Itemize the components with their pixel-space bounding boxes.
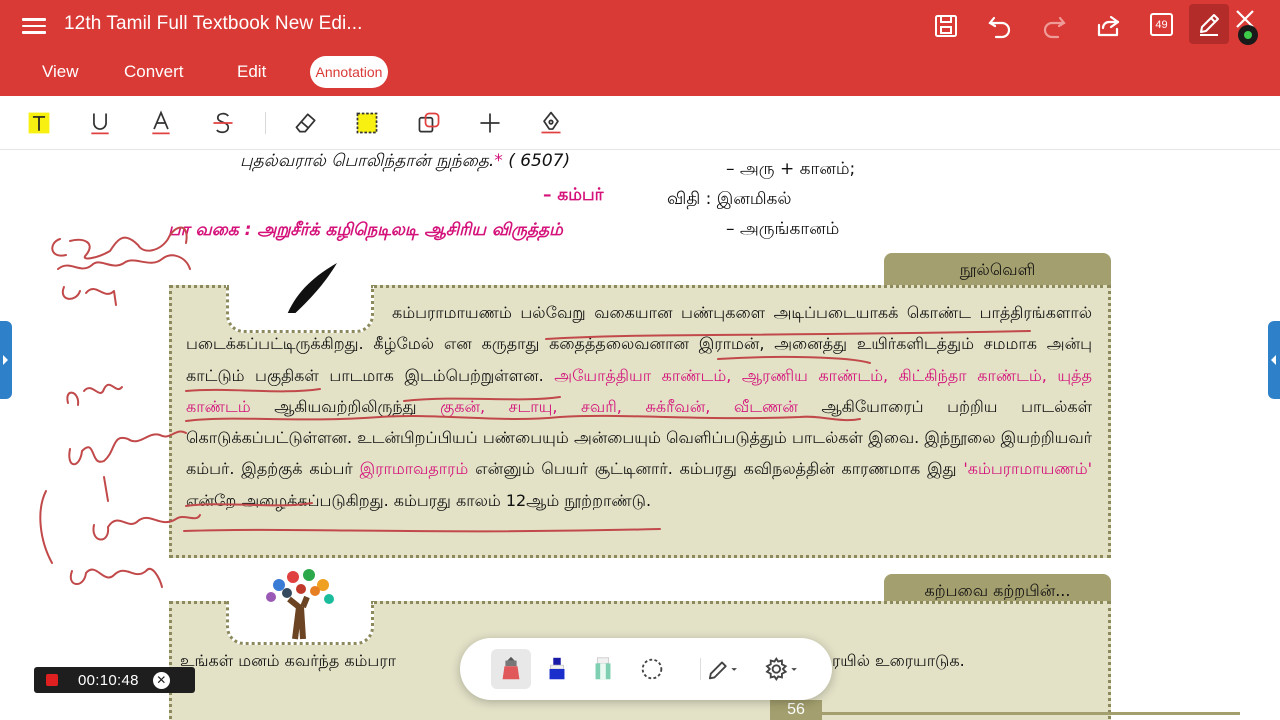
grammar-split: – அரு + கானம்; bbox=[726, 159, 856, 179]
add-icon[interactable] bbox=[475, 108, 505, 138]
hamburger-menu-icon[interactable] bbox=[22, 14, 46, 36]
grammar-result: – அருங்கானம் bbox=[726, 219, 840, 239]
document-title: 12th Tamil Full Textbook New Edi... bbox=[64, 13, 363, 34]
poem-line: புதல்வரால் பொலிந்தான் நுந்தை.* ( 6507) bbox=[240, 151, 571, 171]
poem-meter: பா வகை : அறுசீர்க் கழிநெடிலடி ஆசிரிய விர… bbox=[168, 220, 563, 240]
text-color-icon[interactable] bbox=[146, 108, 176, 138]
highlighter-green-icon[interactable] bbox=[583, 649, 623, 689]
character-names: குகன், சடாயு, சவரி, சுக்ரீவன், வீடணன் bbox=[440, 396, 798, 416]
page-number: 56 bbox=[770, 700, 822, 720]
pdf-page[interactable]: புதல்வரால் பொலிந்தான் நுந்தை.* ( 6507) –… bbox=[0, 151, 1280, 720]
noolveli-paragraph: கம்பராமாயணம் பல்வேறு வகையான பண்புகளை அடி… bbox=[186, 303, 1093, 510]
tab-annotation[interactable]: Annotation bbox=[310, 56, 388, 88]
strikethrough-icon[interactable] bbox=[208, 108, 238, 138]
marker-pen-icon[interactable] bbox=[491, 649, 531, 689]
karpavai-text-left: உங்கள் மனம் கவர்ந்த கம்பரா bbox=[180, 651, 396, 670]
record-stop-icon[interactable] bbox=[46, 674, 58, 686]
tab-convert[interactable]: Convert bbox=[124, 56, 184, 88]
pen-options-icon[interactable] bbox=[700, 649, 744, 689]
ramavatharam-term: இராமாவதாரம் bbox=[359, 459, 469, 479]
knowledge-tree-icon bbox=[266, 569, 334, 640]
screen-recorder-widget[interactable]: 00:10:48 ✕ bbox=[34, 667, 195, 693]
tree-image-frame bbox=[226, 569, 374, 645]
share-icon[interactable] bbox=[1090, 8, 1126, 44]
recorder-close-icon[interactable]: ✕ bbox=[152, 671, 170, 689]
lasso-icon[interactable] bbox=[632, 649, 672, 689]
page-count-icon[interactable]: 49 bbox=[1150, 13, 1173, 36]
left-page-handle-icon[interactable] bbox=[0, 321, 12, 399]
pen-sign-icon[interactable] bbox=[536, 108, 566, 138]
toolbar-divider bbox=[265, 112, 266, 134]
section-tab-noolveli: நூல்வெளி bbox=[884, 253, 1111, 287]
shape-icon[interactable] bbox=[414, 108, 444, 138]
page-footer-line bbox=[822, 712, 1240, 715]
top-app-bar: 12th Tamil Full Textbook New Edi... 49 V… bbox=[0, 0, 1280, 96]
kambaramayanam-term: 'கம்பராமாயணம்' bbox=[963, 459, 1092, 479]
right-page-handle-icon[interactable] bbox=[1268, 321, 1280, 399]
save-icon[interactable] bbox=[928, 8, 964, 44]
tab-view[interactable]: View bbox=[42, 56, 79, 88]
status-indicator-icon bbox=[1238, 25, 1258, 45]
text-highlight-icon[interactable] bbox=[24, 108, 54, 138]
area-highlight-icon[interactable] bbox=[352, 108, 382, 138]
annotation-toolbar bbox=[0, 96, 1280, 150]
grammar-rule: விதி : இனமிகல் bbox=[667, 189, 792, 209]
pen-edit-icon[interactable] bbox=[1189, 4, 1229, 44]
verse-number: ( 6507) bbox=[508, 151, 571, 171]
redo-icon[interactable] bbox=[1036, 8, 1072, 44]
settings-icon[interactable] bbox=[758, 649, 804, 689]
poem-author: – கம்பர் bbox=[543, 185, 604, 205]
recording-time: 00:10:48 bbox=[78, 671, 139, 689]
tab-edit[interactable]: Edit bbox=[237, 56, 266, 88]
floating-pen-toolbar bbox=[460, 638, 832, 700]
underline-icon[interactable] bbox=[85, 108, 115, 138]
eraser-icon[interactable] bbox=[291, 108, 321, 138]
highlighter-blue-icon[interactable] bbox=[537, 649, 577, 689]
undo-icon[interactable] bbox=[982, 8, 1018, 44]
karpavai-text-right: ரயில் உரையாடுக. bbox=[832, 651, 965, 670]
